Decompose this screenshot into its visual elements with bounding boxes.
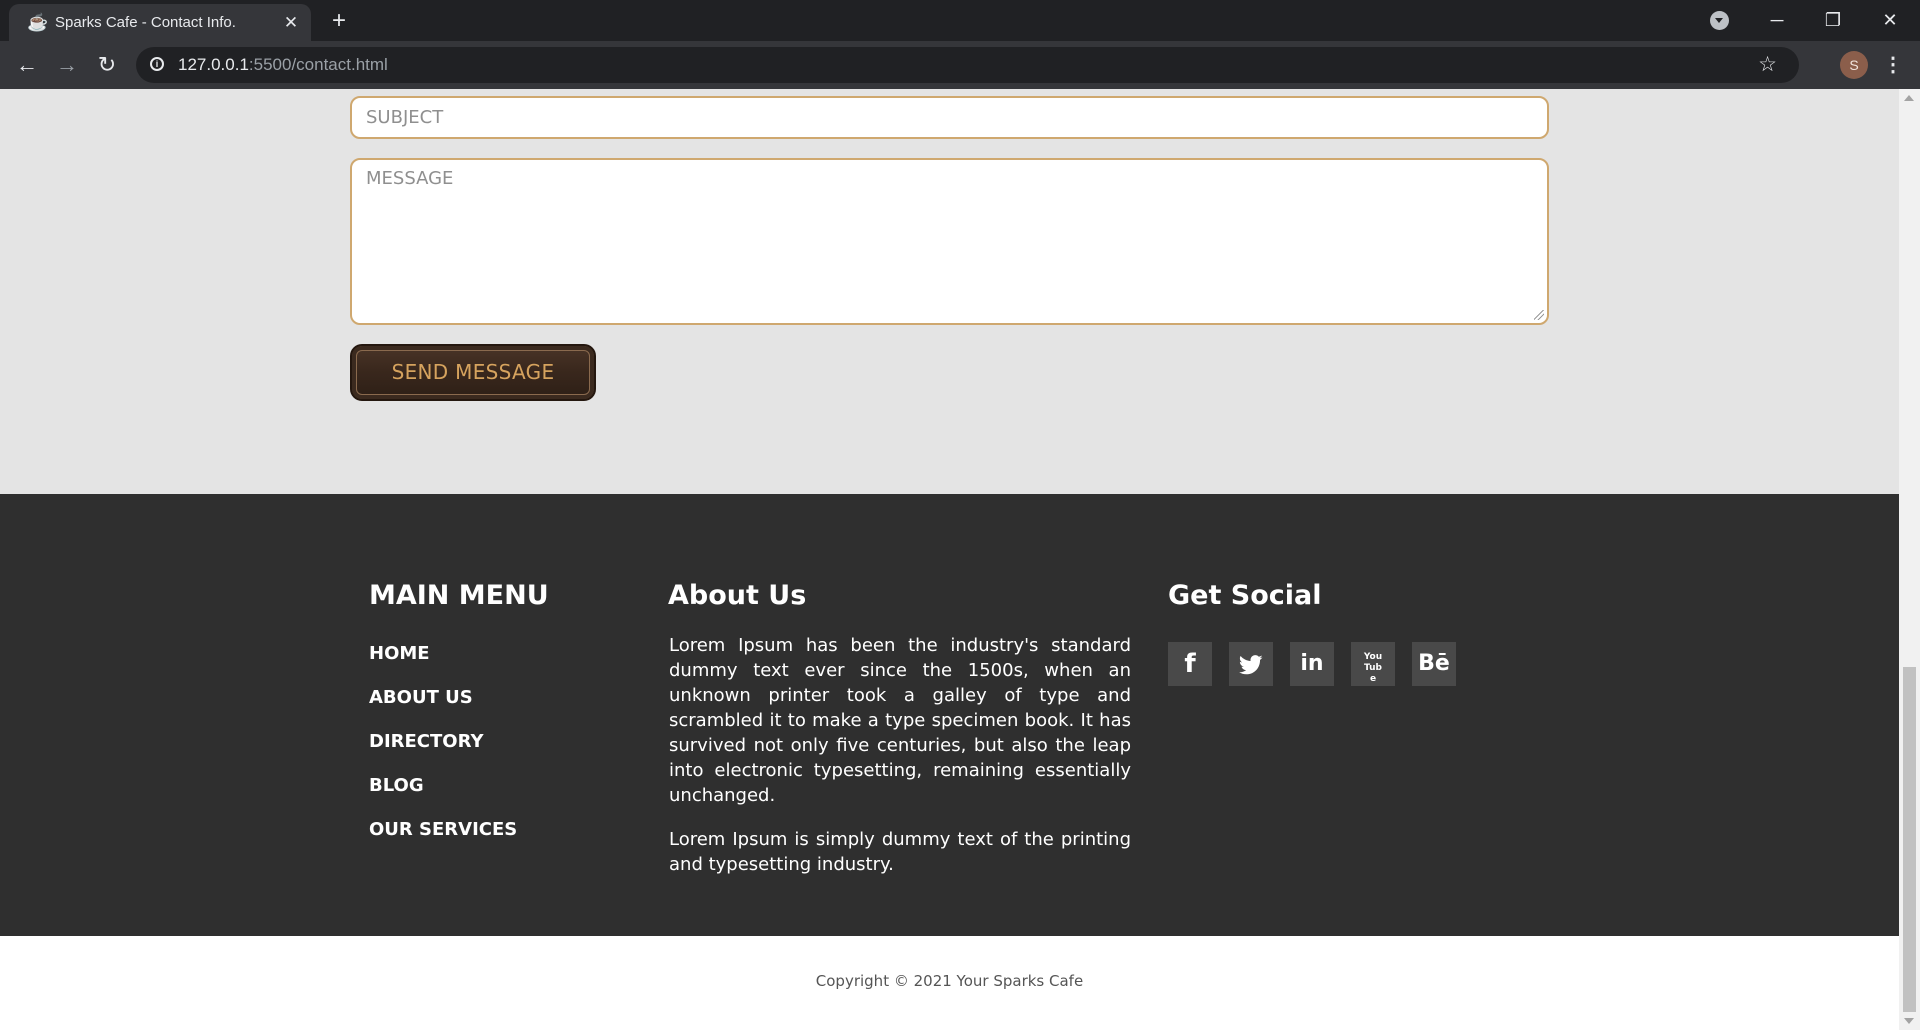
url-path: :5500/contact.html xyxy=(248,55,388,74)
menu-item-our-services[interactable]: OUR SERVICES xyxy=(369,819,517,863)
vertical-scrollbar[interactable] xyxy=(1899,89,1920,1030)
about-paragraph: Lorem Ipsum has been the industry's stan… xyxy=(669,635,1131,806)
footer: MAIN MENU HOME ABOUT US DIRECTORY BLOG O… xyxy=(0,494,1899,936)
message-textarea[interactable]: MESSAGE xyxy=(350,158,1549,325)
about-paragraph: Lorem Ipsum is simply dummy text of the … xyxy=(669,829,1131,875)
menu-item-directory[interactable]: DIRECTORY xyxy=(369,731,517,775)
get-social-title: Get Social xyxy=(1168,580,1322,611)
tab-search-icon[interactable] xyxy=(1710,11,1729,30)
linkedin-icon[interactable]: in xyxy=(1290,642,1334,686)
profile-avatar[interactable]: S xyxy=(1840,51,1868,79)
subject-placeholder: SUBJECT xyxy=(366,107,444,128)
new-tab-icon[interactable]: + xyxy=(326,8,352,34)
behance-icon[interactable]: Bē xyxy=(1412,642,1456,686)
minimize-icon[interactable]: ─ xyxy=(1757,6,1797,34)
bookmark-star-icon[interactable]: ☆ xyxy=(1758,52,1777,77)
main-menu-title: MAIN MENU xyxy=(369,580,549,611)
url-text: 127.0.0.1:5500/contact.html xyxy=(178,55,388,75)
copyright-bar: Copyright © 2021 Your Sparks Cafe xyxy=(0,936,1899,1030)
contact-form-section: SUBJECT MESSAGE SEND MESSAGE xyxy=(0,89,1899,494)
scroll-up-arrow-icon[interactable] xyxy=(1904,95,1914,101)
restore-icon[interactable]: ❐ xyxy=(1813,6,1853,34)
back-arrow-icon[interactable]: ← xyxy=(12,51,42,79)
browser-tab[interactable]: ☕ Sparks Cafe - Contact Info. ✕ xyxy=(9,4,311,41)
url-host: 127.0.0.1 xyxy=(178,55,249,74)
close-tab-icon[interactable]: ✕ xyxy=(281,13,301,33)
info-icon[interactable]: i xyxy=(150,57,164,71)
main-menu-list: HOME ABOUT US DIRECTORY BLOG OUR SERVICE… xyxy=(369,643,517,863)
coffee-cup-icon: ☕ xyxy=(27,13,49,32)
about-us-title: About Us xyxy=(668,580,807,611)
facebook-icon[interactable]: f xyxy=(1168,642,1212,686)
address-bar-row: ← → ↻ i 127.0.0.1:5500/contact.html ☆ S … xyxy=(0,41,1920,89)
page-viewport: SUBJECT MESSAGE SEND MESSAGE MAIN MENU H… xyxy=(0,89,1899,1030)
youtube-icon-text: You Tube xyxy=(1363,652,1383,684)
url-input[interactable]: i 127.0.0.1:5500/contact.html ☆ xyxy=(136,47,1799,83)
browser-tab-strip: ☕ Sparks Cafe - Contact Info. ✕ + ─ ❐ ✕ xyxy=(0,0,1920,41)
reload-icon[interactable]: ↻ xyxy=(92,51,122,79)
twitter-icon[interactable] xyxy=(1229,642,1273,686)
scroll-down-arrow-icon[interactable] xyxy=(1904,1018,1914,1024)
tab-title: Sparks Cafe - Contact Info. xyxy=(55,14,236,31)
send-message-button[interactable]: SEND MESSAGE xyxy=(350,344,596,401)
social-links: f in You Tube Bē xyxy=(1168,642,1456,686)
forward-arrow-icon[interactable]: → xyxy=(52,51,82,79)
subject-input[interactable]: SUBJECT xyxy=(350,96,1549,139)
menu-item-home[interactable]: HOME xyxy=(369,643,517,687)
scrollbar-thumb[interactable] xyxy=(1903,667,1916,1012)
menu-item-blog[interactable]: BLOG xyxy=(369,775,517,819)
youtube-icon[interactable]: You Tube xyxy=(1351,642,1395,686)
copyright-text: Copyright © 2021 Your Sparks Cafe xyxy=(815,972,1084,990)
menu-item-about-us[interactable]: ABOUT US xyxy=(369,687,517,731)
close-window-icon[interactable]: ✕ xyxy=(1870,6,1910,34)
about-us-text: Lorem Ipsum has been the industry's stan… xyxy=(669,633,1131,896)
resize-grip-icon[interactable] xyxy=(1534,310,1544,320)
message-placeholder: MESSAGE xyxy=(366,168,454,189)
browser-menu-icon[interactable]: ⋮ xyxy=(1883,51,1903,79)
